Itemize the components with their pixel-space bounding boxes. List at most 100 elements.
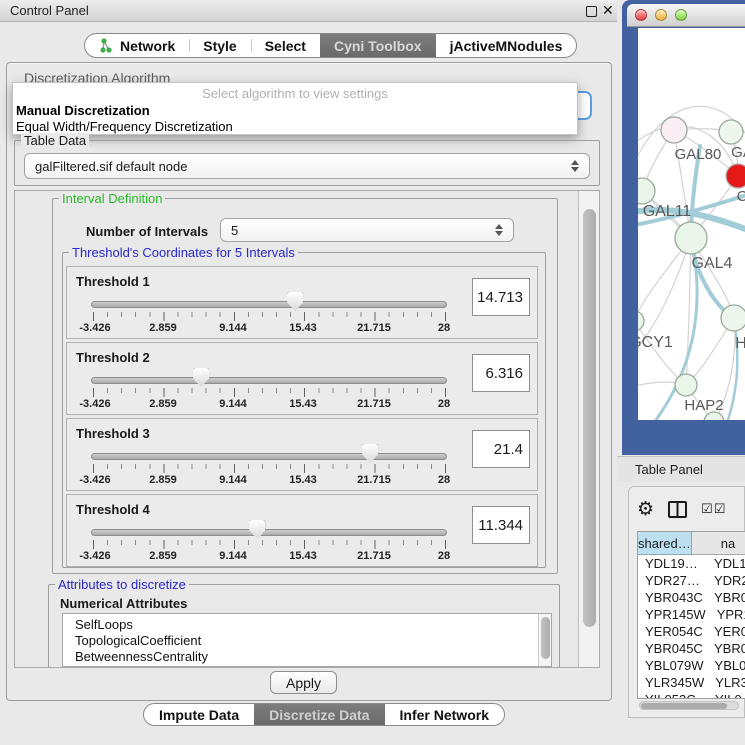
table-row[interactable]: YLR345WYLR3 <box>638 674 745 691</box>
node-partial-right[interactable] <box>721 305 745 331</box>
network-canvas[interactable]: GAL80 GA C GAL11 GAL4 GCY1 H HAP2 <box>638 28 745 420</box>
node-partial-top-right[interactable] <box>719 120 743 144</box>
list-item[interactable]: BetweennessCentrality <box>75 649 551 665</box>
table-data-combobox[interactable]: galFiltered.sif default node <box>24 153 590 179</box>
threshold-1-slider-track[interactable] <box>91 301 447 308</box>
tab-jactivemnodules[interactable]: jActiveMNodules <box>436 34 577 57</box>
node-gal80[interactable] <box>661 117 687 143</box>
table-row[interactable]: YER054CYER0 <box>638 623 745 640</box>
table-row[interactable]: YDL19…YDL1 <box>638 555 745 572</box>
cell: YDR27… <box>638 572 703 589</box>
tab-infer-network[interactable]: Infer Network <box>385 704 504 725</box>
node-hap2[interactable] <box>675 374 697 396</box>
slider-major-ticks <box>93 540 446 549</box>
threshold-2-label: Threshold 2 <box>76 350 150 365</box>
number-of-intervals-value: 5 <box>231 223 238 238</box>
numerical-attributes-list[interactable]: SelfLoops TopologicalCoefficient Between… <box>62 613 552 667</box>
tab-style[interactable]: Style <box>189 34 250 57</box>
tab-cyni-toolbox[interactable]: Cyni Toolbox <box>320 34 436 57</box>
node-label-gal80: GAL80 <box>675 146 722 163</box>
cell: YBR0 <box>703 640 745 657</box>
table-row[interactable]: YBR045CYBR0 <box>638 640 745 657</box>
algorithm-placeholder-item[interactable]: Select algorithm to view settings <box>13 86 577 101</box>
table-row[interactable]: YBL079WYBL0 <box>638 657 745 674</box>
node-gcy1[interactable] <box>638 311 644 331</box>
settings-vertical-scrollbar[interactable] <box>578 191 599 667</box>
select-columns-icon[interactable]: ☑☑ <box>701 502 726 517</box>
threshold-1-value-field[interactable]: 14.713 <box>472 278 530 316</box>
tick-label: 2.859 <box>149 550 177 562</box>
tab-discretize-data[interactable]: Discretize Data <box>254 704 384 725</box>
scrollbar-thumb[interactable] <box>583 209 596 627</box>
node-selected-red[interactable] <box>726 164 745 188</box>
node-label-partial: H <box>735 335 745 352</box>
table-row[interactable]: YIL052CYIL0 <box>638 691 745 699</box>
table-row[interactable]: YBR043CYBR0 <box>638 589 745 606</box>
cell: YLR3 <box>704 674 745 691</box>
threshold-1-slider-thumb[interactable] <box>287 292 303 311</box>
network-icon <box>99 38 114 54</box>
thresholds-group-title: Threshold's Coordinates for 5 Intervals <box>69 245 298 260</box>
algorithm-dropdown-popup: Select algorithm to view settings Manual… <box>12 82 578 135</box>
node-label-hap2: HAP2 <box>684 397 723 414</box>
gear-icon[interactable]: ⚙ <box>637 500 654 519</box>
scrollbar-thumb[interactable] <box>541 617 550 659</box>
scrollbar-thumb[interactable] <box>641 703 727 709</box>
minimize-traffic-light-icon[interactable] <box>655 9 667 21</box>
slider-major-ticks <box>93 312 446 321</box>
threshold-4-value-field[interactable]: 11.344 <box>472 506 530 544</box>
tick-label: 28 <box>438 398 450 410</box>
tick-label: 28 <box>438 474 450 486</box>
cyni-bottom-tabbar: Impute Data Discretize Data Infer Networ… <box>143 703 505 726</box>
tick-label: -3.426 <box>79 398 110 410</box>
close-traffic-light-icon[interactable] <box>635 9 647 21</box>
attributes-list-scrollbar[interactable] <box>538 614 551 666</box>
threshold-4-slider-thumb[interactable] <box>249 520 265 539</box>
threshold-2-value-field[interactable]: 6.316 <box>472 354 530 392</box>
tab-network[interactable]: Network <box>85 34 189 57</box>
table-panel-toolbar: ⚙ ☑☑ <box>637 495 744 523</box>
list-item[interactable]: TopologicalCoefficient <box>75 633 551 649</box>
threshold-3-value-field[interactable]: 21.4 <box>472 430 530 468</box>
number-of-intervals-spinner[interactable]: 5 <box>220 218 514 242</box>
node-gal4[interactable] <box>675 222 707 254</box>
network-graph: GAL80 GA C GAL11 GAL4 GCY1 H HAP2 <box>638 28 745 420</box>
list-item[interactable]: SelfLoops <box>75 617 551 633</box>
column-header-name[interactable]: na <box>692 532 745 555</box>
tab-network-label: Network <box>120 38 175 54</box>
float-window-icon[interactable] <box>586 6 597 17</box>
threshold-3-slider-thumb[interactable] <box>362 444 378 463</box>
threshold-2-slider-track[interactable] <box>91 377 447 384</box>
tab-select[interactable]: Select <box>251 34 320 57</box>
cell: YDL19… <box>638 555 703 572</box>
threshold-3-slider-track[interactable] <box>91 453 447 460</box>
table-horizontal-scrollbar[interactable] <box>639 701 739 710</box>
table-panel-title: Table Panel <box>635 462 703 477</box>
node-label-partial: C <box>737 188 745 205</box>
split-columns-icon[interactable] <box>668 501 687 518</box>
threshold-1-label: Threshold 1 <box>76 274 150 289</box>
tick-label: 21.715 <box>357 398 391 410</box>
table-panel-titlebar: Table Panel <box>617 456 745 482</box>
tick-label: 15.43 <box>289 322 317 334</box>
algorithm-option-equal-width[interactable]: Equal Width/Frequency Discretization <box>16 119 233 134</box>
threshold-4-slider-track[interactable] <box>91 529 447 536</box>
cell: YER0 <box>703 623 745 640</box>
threshold-1-panel: Threshold 1 -3.426 2.859 9.144 15.43 21.… <box>66 266 538 339</box>
threshold-2-slider-thumb[interactable] <box>193 368 209 387</box>
zoom-traffic-light-icon[interactable] <box>675 9 687 21</box>
node-table[interactable]: shared… na YDL19…YDL1 YDR27…YDR2 YBR043C… <box>637 531 745 699</box>
table-panel-window: ⚙ ☑☑ shared… na YDL19…YDL1 YDR27…YDR2 YB… <box>628 486 745 718</box>
column-header-shared[interactable]: shared… <box>638 532 692 555</box>
tab-impute-data-label: Impute Data <box>159 707 239 723</box>
tick-label: 15.43 <box>289 474 317 486</box>
cell: YIL052C <box>638 691 704 699</box>
algorithm-option-manual[interactable]: Manual Discretization <box>16 103 150 118</box>
table-row[interactable]: YPR145WYPR1 <box>638 606 745 623</box>
table-row[interactable]: YDR27…YDR2 <box>638 572 745 589</box>
apply-button[interactable]: Apply <box>270 671 337 694</box>
close-icon[interactable]: ✕ <box>602 2 614 19</box>
node-label-gal4: GAL4 <box>692 255 733 272</box>
tab-impute-data[interactable]: Impute Data <box>144 704 254 725</box>
cell: YBR045C <box>638 640 703 657</box>
